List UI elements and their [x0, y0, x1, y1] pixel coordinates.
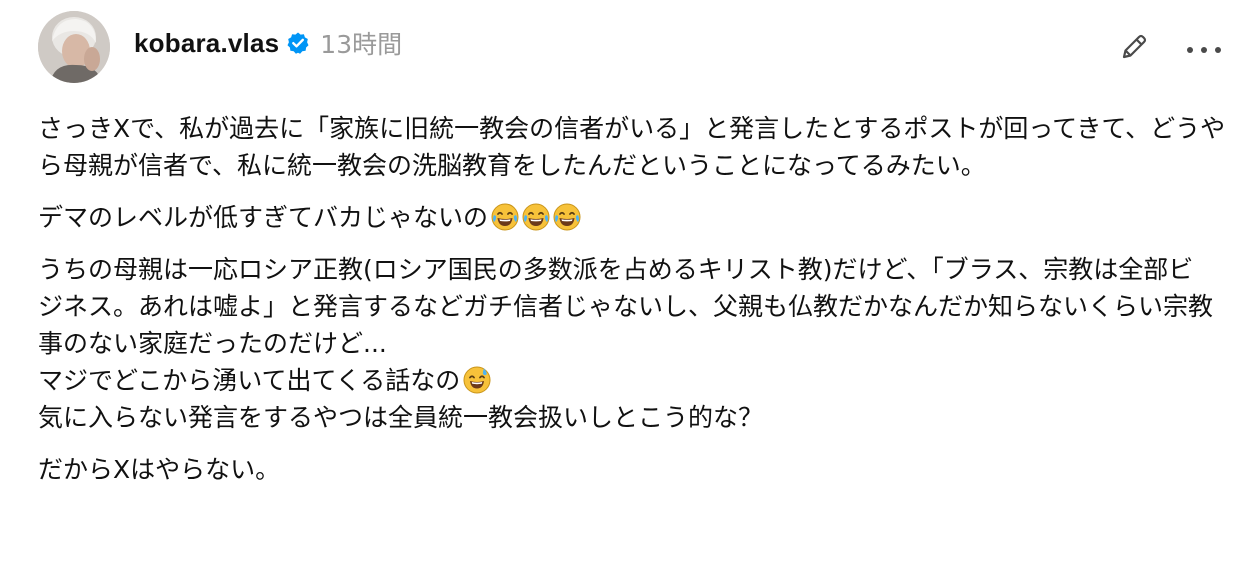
face-with-tears-of-joy-icon — [522, 203, 550, 231]
text-segment: デマのレベルが低すぎてバカじゃないの — [38, 203, 489, 232]
post: kobara.vlas 13時間 さっきXで、私が過去に「家族に旧統一教会の信者… — [0, 0, 1256, 562]
text-line: さっきXで、私が過去に「家族に旧統一教会の信者がいる」と発言したとするポストが回… — [38, 114, 1226, 143]
verified-badge-icon — [286, 31, 310, 55]
post-header: kobara.vlas 13時間 — [38, 11, 1226, 83]
grinning-face-with-sweat-icon — [463, 366, 491, 394]
face-with-tears-of-joy-icon — [553, 203, 581, 231]
paragraph: デマのレベルが低すぎてバカじゃないの — [38, 199, 1228, 236]
text-line: ジネス。あれは嘘よ」と発言するなどガチ信者じゃないし、父親も仏教だかなんだか知ら… — [38, 292, 1214, 321]
username[interactable]: kobara.vlas — [134, 28, 279, 59]
more-options-button[interactable] — [1182, 29, 1226, 69]
text-line: 気に入らない発言をするやつは全員統一教会扱いしとこう的な？ — [38, 403, 764, 432]
face-with-tears-of-joy-icon — [491, 203, 519, 231]
text-line: 事のない家庭だったのだけど... — [38, 329, 387, 358]
post-actions — [1114, 29, 1226, 69]
text-segment: マジでどこから湧いて出てくる話なの — [38, 366, 461, 395]
text-line: デマのレベルが低すぎてバカじゃないの — [38, 199, 1228, 236]
post-timestamp: 13時間 — [320, 30, 403, 59]
author: kobara.vlas 13時間 — [134, 25, 402, 61]
text-line: だからXはやらない。 — [38, 455, 281, 484]
edit-button[interactable] — [1114, 29, 1154, 69]
paragraph: さっきXで、私が過去に「家族に旧統一教会の信者がいる」と発言したとするポストが回… — [38, 110, 1228, 184]
text-line: ら母親が信者で、私に統一教会の洗脳教育をしたんだということになってるみたい。 — [38, 151, 986, 180]
pencil-icon — [1118, 31, 1150, 67]
text-line: うちの母親は一応ロシア正教(ロシア国民の多数派を占めるキリスト教)だけど、「ブラ… — [38, 255, 1194, 284]
paragraph: だからXはやらない。 — [38, 451, 1228, 488]
text-line: マジでどこから湧いて出てくる話なの — [38, 362, 1228, 399]
paragraph: うちの母親は一応ロシア正教(ロシア国民の多数派を占めるキリスト教)だけど、「ブラ… — [38, 251, 1228, 436]
more-icon — [1184, 40, 1224, 59]
avatar[interactable] — [38, 11, 110, 83]
post-body: さっきXで、私が過去に「家族に旧統一教会の信者がいる」と発言したとするポストが回… — [38, 110, 1228, 503]
